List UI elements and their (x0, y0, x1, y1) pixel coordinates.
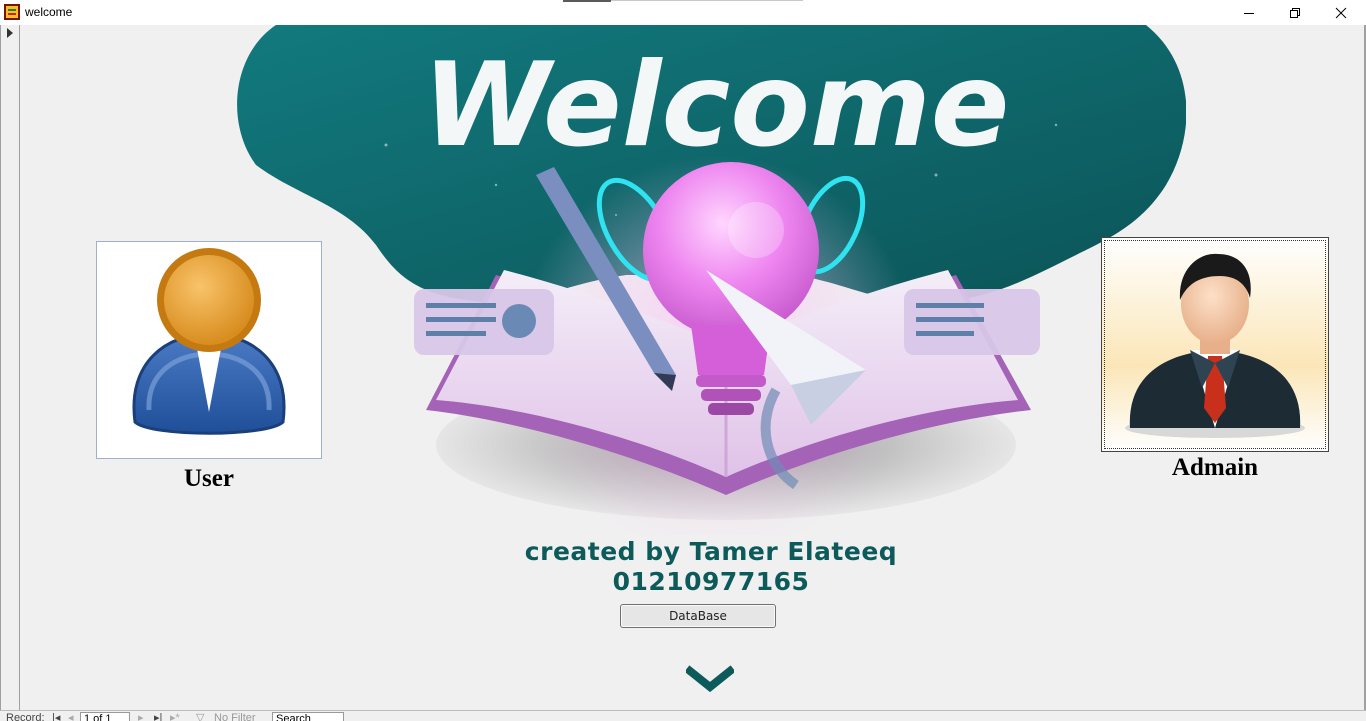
record-navigation-bar: Record: |◂ ◂ 1 of 1 ▸ ▸| ▸* ▽ No Filter … (0, 710, 1366, 721)
admin-login-image[interactable] (1101, 237, 1329, 452)
admin-caption: Admain (1171, 454, 1259, 481)
minimize-button[interactable] (1226, 0, 1272, 25)
credit-author: created by Tamer Elateeq (524, 537, 898, 566)
restore-button[interactable] (1272, 0, 1318, 25)
welcome-banner-image: Welcome (237, 25, 1186, 535)
minimize-icon (1244, 12, 1254, 14)
admin-avatar-icon (1102, 238, 1328, 451)
window-title: welcome (25, 5, 73, 19)
current-record-arrow-icon (7, 28, 13, 38)
database-button[interactable]: DataBase (620, 604, 776, 628)
close-icon (1335, 7, 1347, 18)
user-login-image[interactable] (96, 241, 322, 459)
tab-active-indicator (563, 0, 611, 2)
user-avatar-icon (132, 248, 286, 435)
access-app-icon (4, 4, 20, 20)
user-caption: User (184, 465, 234, 492)
welcome-form: Welcome User Admain created by Tamer Ela… (21, 25, 1364, 710)
chevron-down-icon[interactable] (686, 665, 734, 695)
title-bar: welcome (0, 0, 1366, 25)
credit-phone: 01210977165 (612, 567, 810, 596)
close-button[interactable] (1318, 0, 1364, 25)
record-selector[interactable] (0, 25, 20, 710)
welcome-heading: Welcome (423, 38, 1010, 173)
restore-icon (1290, 7, 1300, 18)
